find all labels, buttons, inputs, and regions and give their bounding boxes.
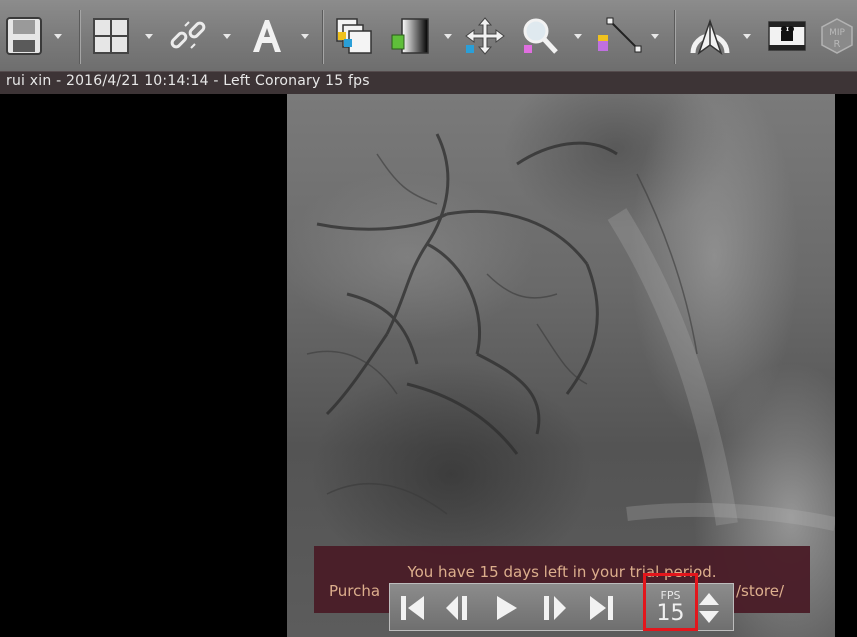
toolbar-divider — [674, 10, 676, 64]
reference-lines-icon — [690, 18, 730, 56]
fps-stepper[interactable] — [697, 590, 721, 626]
zoom-icon — [523, 18, 558, 54]
toolbar-divider — [322, 10, 324, 64]
first-frame-icon[interactable] — [396, 593, 428, 623]
sync-link-icon — [170, 21, 206, 49]
series-button[interactable] — [331, 11, 379, 61]
zoom-button[interactable] — [516, 11, 566, 61]
window-level-button[interactable] — [385, 11, 435, 61]
fps-down-arrow-icon[interactable] — [699, 611, 719, 623]
fps-up-arrow-icon[interactable] — [699, 593, 719, 605]
chevron-down-icon[interactable] — [742, 33, 752, 41]
chevron-down-icon[interactable] — [300, 33, 310, 41]
sync-button[interactable] — [160, 11, 218, 61]
chevron-down-icon[interactable] — [144, 33, 154, 41]
chevron-down-icon[interactable] — [573, 33, 583, 41]
annotation-button[interactable] — [244, 11, 290, 61]
window-level-icon — [391, 18, 429, 54]
save-icon — [6, 17, 42, 55]
fps-value: 15 — [656, 601, 685, 626]
annotation-text-icon — [253, 20, 281, 52]
movie-export-button[interactable] — [762, 11, 812, 61]
pan-button[interactable] — [460, 11, 510, 61]
movie-export-icon — [768, 21, 806, 51]
purchase-text-end[interactable]: /store/ — [736, 582, 784, 600]
save-button[interactable] — [2, 11, 46, 61]
layout-grid-icon — [93, 18, 129, 54]
chevron-down-icon[interactable] — [443, 33, 453, 41]
next-frame-icon[interactable] — [538, 593, 570, 623]
mip-render-icon: MIP R — [820, 18, 853, 54]
viewer-title-bar: rui xin - 2016/4/21 10:14:14 - Left Coro… — [0, 71, 857, 94]
trial-message: You have 15 days left in your trial peri… — [407, 563, 717, 581]
chevron-down-icon[interactable] — [650, 33, 660, 41]
previous-frame-icon[interactable] — [442, 593, 474, 623]
play-icon[interactable] — [490, 593, 522, 623]
layout-button[interactable] — [88, 11, 134, 61]
series-title: rui xin - 2016/4/21 10:14:14 - Left Coro… — [6, 73, 370, 89]
measure-button[interactable] — [590, 11, 648, 61]
pan-icon — [465, 17, 505, 55]
fps-display[interactable]: FPS 15 — [643, 573, 698, 631]
svg-text:MIP: MIP — [829, 28, 845, 38]
measure-icon — [598, 17, 642, 53]
reference-lines-button[interactable] — [684, 11, 736, 61]
last-frame-icon[interactable] — [586, 593, 618, 623]
series-stack-icon — [336, 18, 372, 54]
chevron-down-icon[interactable] — [222, 33, 232, 41]
mip-button[interactable]: MIP R — [816, 11, 857, 61]
toolbar-divider — [79, 10, 81, 64]
chevron-down-icon[interactable] — [53, 33, 63, 41]
svg-text:R: R — [833, 39, 840, 50]
toolbar: MIP R — [0, 0, 857, 72]
purchase-text-start[interactable]: Purcha — [329, 582, 380, 600]
